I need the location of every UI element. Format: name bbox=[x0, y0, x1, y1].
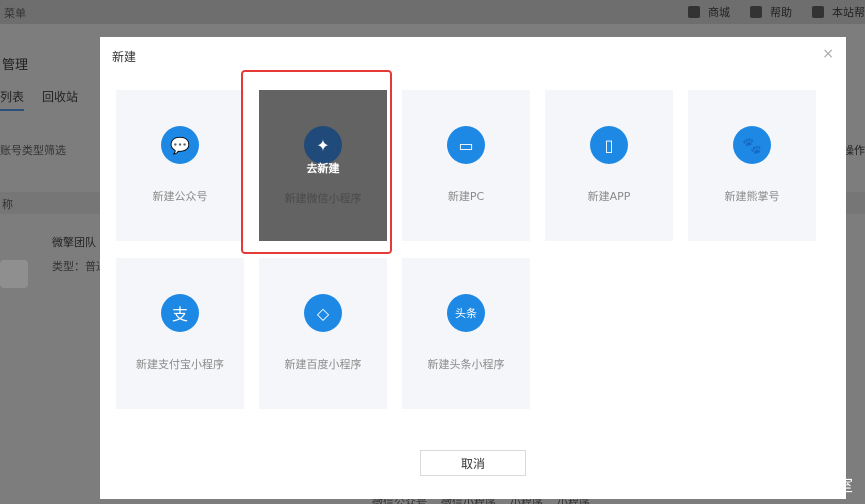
tile-new-app[interactable]: ▯ 新建APP bbox=[545, 90, 673, 241]
dialog-title: 新建 bbox=[112, 50, 137, 64]
tile-new-xiongzhang[interactable]: 🐾 新建熊掌号 bbox=[688, 90, 816, 241]
page-title: 管理 bbox=[2, 58, 29, 73]
top-links: 商城 帮助 本站帮 bbox=[668, 4, 865, 20]
account-type-filter[interactable]: 账号类型筛选 bbox=[0, 142, 66, 158]
tile-new-wechat-miniprogram[interactable]: ✦ 去新建 新建微信小程序 bbox=[259, 90, 387, 241]
account-avatar bbox=[0, 260, 28, 288]
tab-recycle[interactable]: 回收站 bbox=[42, 88, 78, 111]
toutiao-icon: 头条 bbox=[447, 294, 485, 332]
top-link-site-help[interactable]: 本站帮 bbox=[812, 4, 865, 20]
top-link-help[interactable]: 帮助 bbox=[750, 4, 792, 20]
mall-icon bbox=[688, 6, 700, 18]
tile-label: 新建APP bbox=[587, 190, 631, 203]
tile-new-alipay-miniprogram[interactable]: 支 新建支付宝小程序 bbox=[116, 258, 244, 409]
paw-icon: 🐾 bbox=[733, 126, 771, 164]
miniprogram-icon: ✦ bbox=[304, 126, 342, 164]
team-type: 类型：普通 bbox=[52, 260, 107, 273]
tile-label: 新建微信小程序 bbox=[284, 192, 362, 205]
team-name: 微擎团队 bbox=[52, 236, 96, 249]
ops-header: 操作 bbox=[843, 144, 865, 157]
tile-label: 新建百度小程序 bbox=[284, 358, 362, 371]
new-dialog: 新建 × 💬 新建公众号 ✦ 去新建 新建微信小程序 ▭ 新建PC ▯ 新建AP… bbox=[100, 37, 846, 499]
tile-label: 新建支付宝小程序 bbox=[136, 358, 224, 371]
tile-label: 新建头条小程序 bbox=[427, 358, 505, 371]
tile-label: 新建公众号 bbox=[152, 190, 208, 203]
tile-label: 新建熊掌号 bbox=[724, 190, 780, 203]
baidu-icon: ◇ bbox=[304, 294, 342, 332]
tab-list[interactable]: 列表 bbox=[0, 88, 25, 111]
tile-new-toutiao-miniprogram[interactable]: 头条 新建头条小程序 bbox=[402, 258, 530, 409]
cancel-button[interactable]: 取消 bbox=[420, 450, 526, 476]
alipay-icon: 支 bbox=[161, 294, 199, 332]
tile-label: 新建PC bbox=[447, 190, 485, 203]
monitor-icon: ▭ bbox=[447, 126, 485, 164]
page-tabs: 列表 回收站 bbox=[0, 88, 96, 111]
watermark: CSDN @虎蔚智客工作室 bbox=[674, 476, 853, 495]
phone-icon: ▯ bbox=[590, 126, 628, 164]
site-help-icon bbox=[812, 6, 824, 18]
help-icon bbox=[750, 6, 762, 18]
tile-new-pc[interactable]: ▭ 新建PC bbox=[402, 90, 530, 241]
close-icon[interactable]: × bbox=[822, 46, 834, 62]
wechat-icon: 💬 bbox=[161, 126, 199, 164]
tile-new-baidu-miniprogram[interactable]: ◇ 新建百度小程序 bbox=[259, 258, 387, 409]
top-link-mall[interactable]: 商城 bbox=[688, 4, 730, 20]
tile-new-official-account[interactable]: 💬 新建公众号 bbox=[116, 90, 244, 241]
menu-label[interactable]: 菜单 bbox=[4, 5, 26, 21]
top-bar: 菜单 商城 帮助 本站帮 bbox=[0, 0, 865, 24]
go-create-label: 去新建 bbox=[306, 162, 340, 175]
